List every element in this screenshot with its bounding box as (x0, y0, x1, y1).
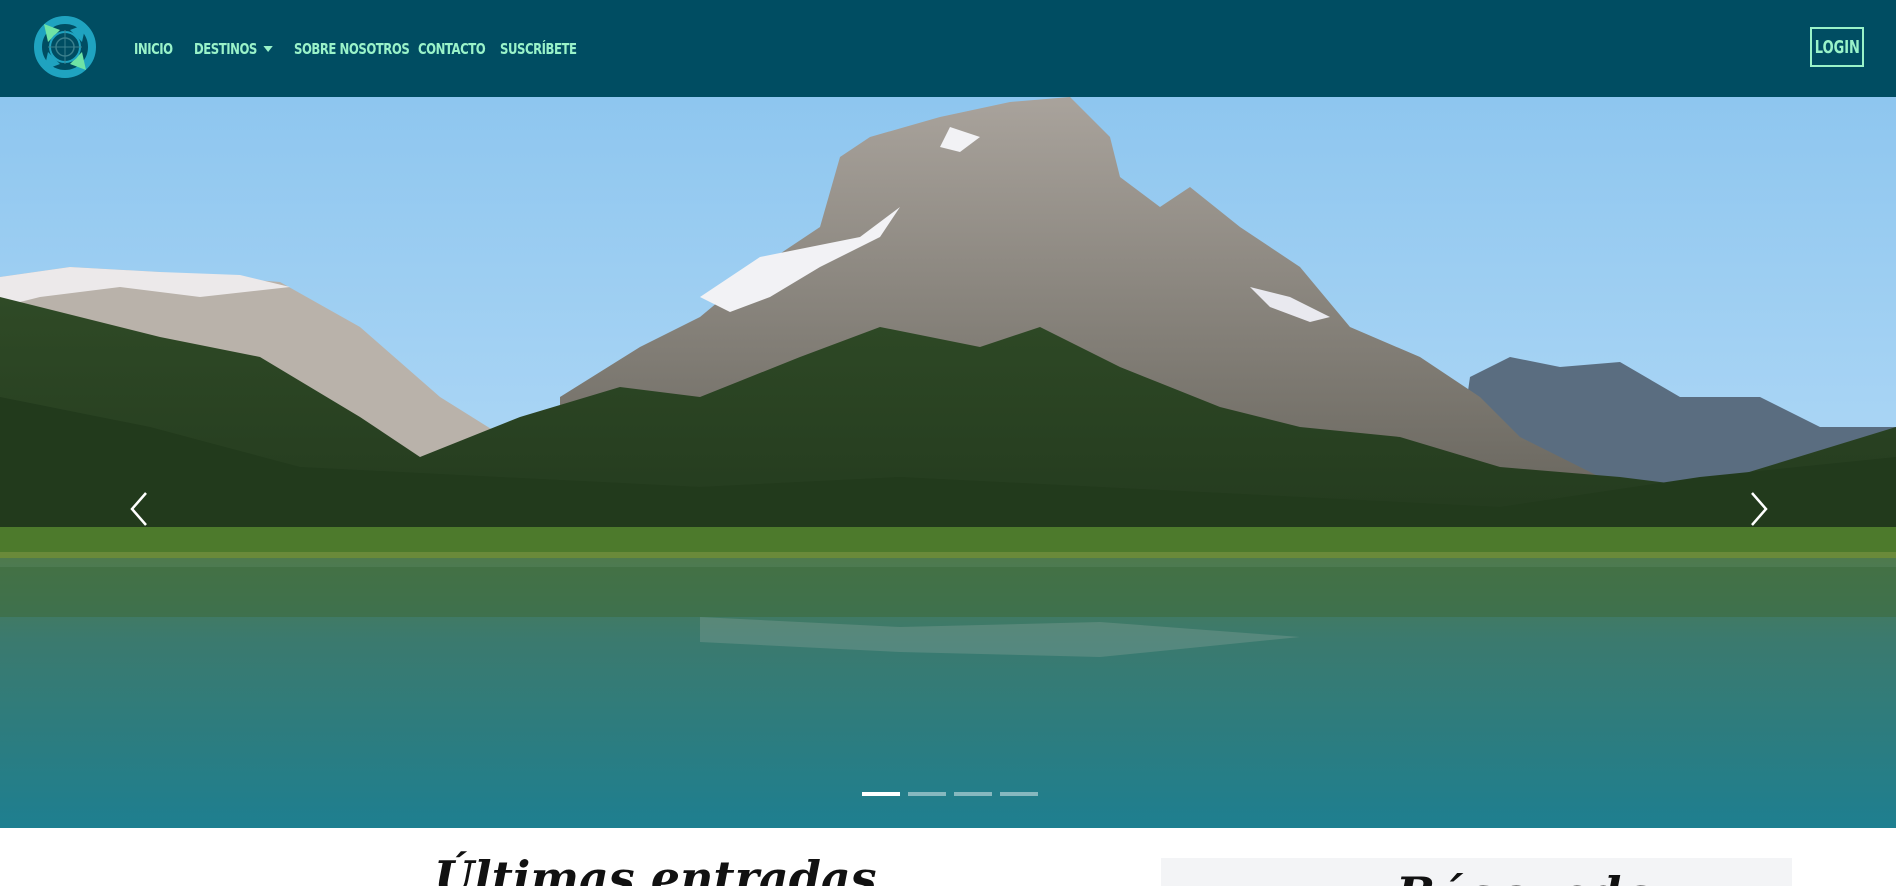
nav-contacto[interactable]: CONTACTO (418, 40, 486, 58)
caret-down-icon (263, 45, 273, 52)
nav-sobre-nosotros-label[interactable]: SOBRE NOSOTROS (294, 40, 410, 58)
login-button[interactable]: LOGIN (1810, 27, 1864, 67)
nav-inicio[interactable]: INICIO (134, 40, 174, 58)
carousel-indicator-1[interactable] (862, 792, 900, 796)
mountain-lake-image (0, 97, 1896, 828)
navbar: INICIO DESTINOS SOBRE NOSOTROS CONTACTO … (0, 0, 1896, 97)
carousel-indicators (862, 792, 1038, 796)
nav-destinos-text: DESTINOS (194, 39, 257, 58)
nav-inicio-label[interactable]: INICIO (134, 40, 173, 58)
carousel-indicator-4[interactable] (1000, 792, 1038, 796)
carousel-indicator-2[interactable] (908, 792, 946, 796)
nav-contacto-label[interactable]: CONTACTO (418, 40, 486, 58)
carousel-next-button[interactable] (1736, 487, 1776, 531)
latest-entries-title: Últimas entradas (434, 851, 877, 886)
nav-suscribete-label[interactable]: SUSCRÍBETE (500, 40, 577, 58)
chevron-left-icon (130, 492, 147, 526)
compass-logo-icon[interactable] (34, 16, 96, 78)
main-nav: INICIO DESTINOS SOBRE NOSOTROS CONTACTO … (134, 0, 577, 97)
nav-destinos-label[interactable]: DESTINOS (194, 39, 273, 58)
nav-suscribete[interactable]: SUSCRÍBETE (500, 40, 577, 58)
latest-entries-heading: Últimas entradas (322, 848, 989, 886)
nav-destinos[interactable]: DESTINOS (194, 40, 274, 58)
nav-sobre-nosotros[interactable]: SOBRE NOSOTROS (294, 40, 410, 58)
main-content: Últimas entradas Búsqueda (0, 828, 1896, 886)
hero-carousel (0, 97, 1896, 828)
search-sidebar-title: Búsqueda (1396, 864, 1651, 886)
login-button-label: LOGIN (1814, 36, 1860, 58)
chevron-right-icon (1751, 492, 1768, 526)
search-sidebar: Búsqueda (1161, 858, 1792, 886)
carousel-indicator-3[interactable] (954, 792, 992, 796)
carousel-prev-button[interactable] (122, 487, 162, 531)
